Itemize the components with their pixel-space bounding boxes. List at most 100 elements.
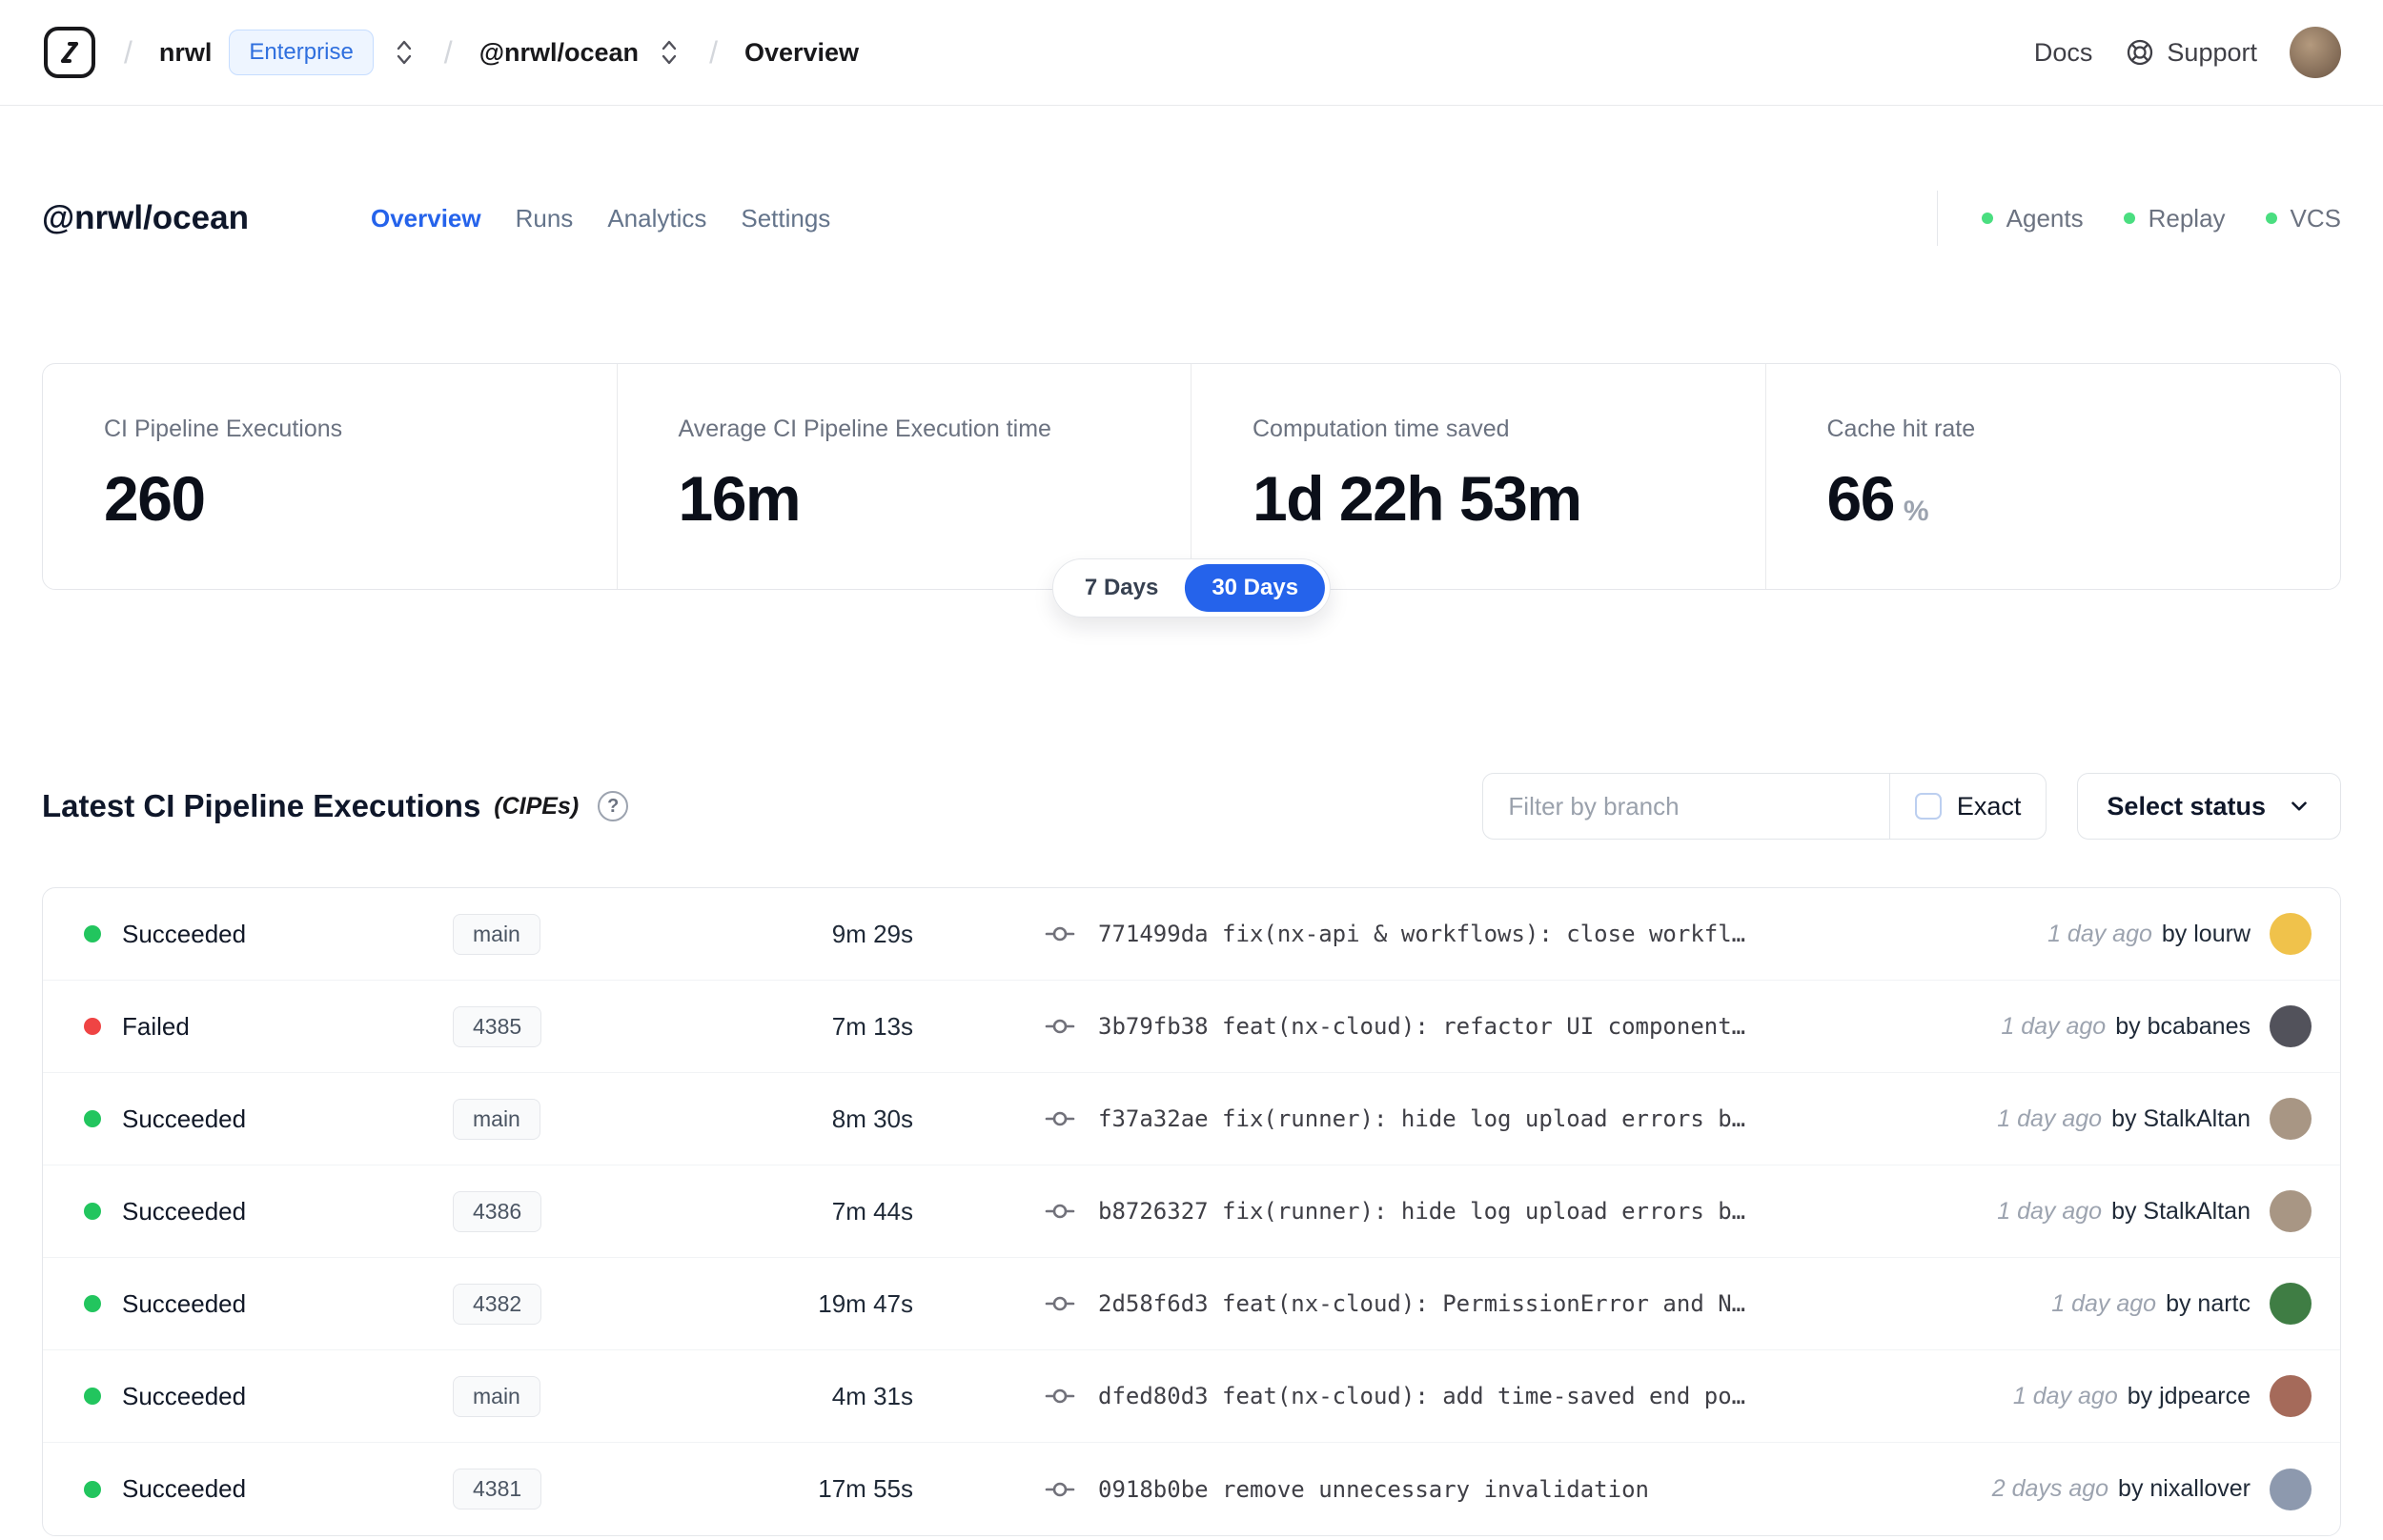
tab-runs[interactable]: Runs bbox=[516, 204, 574, 233]
user-avatar[interactable] bbox=[2290, 27, 2341, 78]
author-avatar bbox=[2270, 1005, 2312, 1047]
time-ago: 1 day ago bbox=[2047, 920, 2152, 947]
author-avatar bbox=[2270, 1283, 2312, 1325]
duration: 8m 30s bbox=[831, 1104, 913, 1133]
row-meta: 1 day ago by jdpearce bbox=[2013, 1375, 2312, 1417]
status-label: Succeeded bbox=[122, 1288, 247, 1318]
author: by nixallover bbox=[2118, 1475, 2251, 1502]
branch-cell: 4381 bbox=[453, 1469, 705, 1510]
commit-text[interactable]: 0918b0be remove unnecessary invalidation bbox=[1098, 1476, 1649, 1503]
commit-cell: 771499da fix(nx-api & workflows): close … bbox=[913, 919, 2047, 949]
table-row[interactable]: Succeeded 4381 17m 55s 0918b0be remove u… bbox=[43, 1443, 2340, 1535]
branch-cell: main bbox=[453, 913, 705, 955]
table-row[interactable]: Succeeded 4386 7m 44s b8726327 fix(runne… bbox=[43, 1165, 2340, 1258]
breadcrumb-separator: / bbox=[709, 34, 718, 70]
branch-cell: 4385 bbox=[453, 1005, 705, 1047]
time-ago: 2 days ago bbox=[1991, 1475, 2109, 1502]
status-vcs[interactable]: VCS bbox=[2265, 204, 2341, 233]
table-row[interactable]: Succeeded main 4m 31s dfed80d3 feat(nx-c… bbox=[43, 1350, 2340, 1443]
status-select-button[interactable]: Select status bbox=[2077, 773, 2341, 840]
commit-text[interactable]: b8726327 fix(runner): hide log upload er… bbox=[1098, 1198, 1745, 1225]
row-meta: 1 day ago by nartc bbox=[2051, 1283, 2312, 1325]
nx-cloud-logo-icon bbox=[44, 27, 95, 78]
table-row[interactable]: Failed 4385 7m 13s 3b79fb38 feat(nx-clou… bbox=[43, 981, 2340, 1073]
stat-label: CI Pipeline Executions bbox=[104, 415, 343, 442]
cipe-table: Succeeded main 9m 29s 771499da fix(nx-ap… bbox=[42, 887, 2341, 1536]
commit-text[interactable]: dfed80d3 feat(nx-cloud): add time-saved … bbox=[1098, 1383, 1745, 1409]
branch-pill[interactable]: 4385 bbox=[453, 1005, 542, 1047]
status-dot bbox=[84, 1203, 101, 1220]
green-dot-icon bbox=[2265, 213, 2277, 224]
time-ago: 1 day ago bbox=[1997, 1197, 2103, 1225]
commit-text[interactable]: 2d58f6d3 feat(nx-cloud): PermissionError… bbox=[1098, 1290, 1745, 1317]
status-dot bbox=[84, 925, 101, 942]
duration: 7m 44s bbox=[831, 1196, 913, 1226]
up-down-chevron-icon bbox=[397, 40, 411, 65]
exact-checkbox[interactable] bbox=[1914, 793, 1942, 820]
range-7-days-button[interactable]: 7 Days bbox=[1058, 564, 1185, 612]
table-row[interactable]: Succeeded main 8m 30s f37a32ae fix(runne… bbox=[43, 1073, 2340, 1165]
breadcrumb-org-group: nrwl Enterprise bbox=[159, 30, 418, 75]
exact-match-control: Exact bbox=[1888, 774, 2047, 839]
author-avatar bbox=[2270, 913, 2312, 955]
breadcrumb: / nrwl Enterprise / @nrwl/ocean / Overvi… bbox=[42, 25, 859, 80]
branch-cell: 4382 bbox=[453, 1283, 705, 1325]
nx-cloud-logo[interactable] bbox=[42, 25, 97, 80]
commit-text[interactable]: 771499da fix(nx-api & workflows): close … bbox=[1098, 921, 1745, 947]
branch-pill[interactable]: 4382 bbox=[453, 1283, 542, 1325]
duration: 17m 55s bbox=[818, 1474, 913, 1503]
branch-pill[interactable]: main bbox=[453, 1375, 540, 1417]
status-label: Succeeded bbox=[122, 1196, 247, 1226]
commit-text[interactable]: f37a32ae fix(runner): hide log upload er… bbox=[1098, 1105, 1745, 1132]
workspace-header: @nrwl/ocean Overview Runs Analytics Sett… bbox=[0, 188, 2383, 249]
help-icon[interactable]: ? bbox=[598, 791, 629, 821]
table-row[interactable]: Succeeded 4382 19m 47s 2d58f6d3 feat(nx-… bbox=[43, 1258, 2340, 1350]
status-agents[interactable]: Agents bbox=[1981, 204, 2084, 233]
status-replay[interactable]: Replay bbox=[2123, 203, 2226, 233]
branch-pill[interactable]: main bbox=[453, 1098, 540, 1140]
workspace-switcher-button[interactable] bbox=[656, 34, 682, 71]
time-ago: 1 day ago bbox=[1997, 1104, 2103, 1132]
tab-overview[interactable]: Overview bbox=[371, 204, 481, 233]
range-30-days-button[interactable]: 30 Days bbox=[1185, 564, 1326, 612]
breadcrumb-separator: / bbox=[443, 34, 453, 70]
duration: 9m 29s bbox=[831, 919, 913, 948]
breadcrumb-workspace[interactable]: @nrwl/ocean bbox=[479, 38, 639, 68]
commit-cell: dfed80d3 feat(nx-cloud): add time-saved … bbox=[913, 1381, 2013, 1411]
breadcrumb-org[interactable]: nrwl bbox=[159, 38, 213, 68]
cipe-section-header: Latest CI Pipeline Executions (CIPEs) ? … bbox=[0, 773, 2383, 840]
branch-filter-input[interactable] bbox=[1483, 774, 1889, 839]
duration: 4m 31s bbox=[831, 1381, 913, 1410]
table-row[interactable]: Succeeded main 9m 29s 771499da fix(nx-ap… bbox=[43, 888, 2340, 981]
tab-settings[interactable]: Settings bbox=[741, 204, 830, 233]
stat-computation-time-saved: Computation time saved 1d 22h 53m bbox=[1192, 364, 1766, 589]
time-ago: 1 day ago bbox=[2012, 1382, 2118, 1409]
git-commit-icon bbox=[1045, 1204, 1075, 1219]
commit-text[interactable]: 3b79fb38 feat(nx-cloud): refactor UI com… bbox=[1098, 1013, 1745, 1040]
breadcrumb-page: Overview bbox=[743, 37, 860, 67]
author: by nartc bbox=[2166, 1289, 2251, 1317]
org-switcher-button[interactable] bbox=[391, 34, 418, 71]
env-statuses: Agents Replay VCS bbox=[1936, 191, 2341, 246]
enterprise-badge: Enterprise bbox=[229, 30, 374, 75]
branch-pill[interactable]: 4381 bbox=[453, 1469, 542, 1510]
tab-analytics[interactable]: Analytics bbox=[607, 204, 706, 233]
row-meta: 1 day ago by lourw bbox=[2047, 913, 2312, 955]
status-label: Succeeded bbox=[122, 1474, 247, 1503]
author-avatar bbox=[2270, 1098, 2312, 1140]
author: by lourw bbox=[2161, 920, 2251, 947]
status-replay-label: Replay bbox=[2148, 203, 2226, 233]
chevron-down-icon bbox=[2291, 801, 2307, 811]
docs-link[interactable]: Docs bbox=[2034, 38, 2093, 68]
row-meta: 2 days ago by nixallover bbox=[1991, 1468, 2312, 1510]
branch-pill[interactable]: 4386 bbox=[453, 1190, 542, 1232]
support-link[interactable]: Support bbox=[2125, 37, 2257, 68]
branch-pill[interactable]: main bbox=[453, 913, 540, 955]
stat-value: 260 bbox=[104, 463, 206, 534]
commit-cell: b8726327 fix(runner): hide log upload er… bbox=[913, 1196, 1997, 1226]
up-down-chevron-icon bbox=[662, 40, 677, 65]
breadcrumb-workspace-group: @nrwl/ocean bbox=[479, 34, 682, 71]
commit-cell: 0918b0be remove unnecessary invalidation bbox=[913, 1474, 1992, 1505]
stats-section: CI Pipeline Executions 260 Average CI Pi… bbox=[42, 363, 2341, 618]
git-commit-icon bbox=[1045, 1388, 1075, 1404]
